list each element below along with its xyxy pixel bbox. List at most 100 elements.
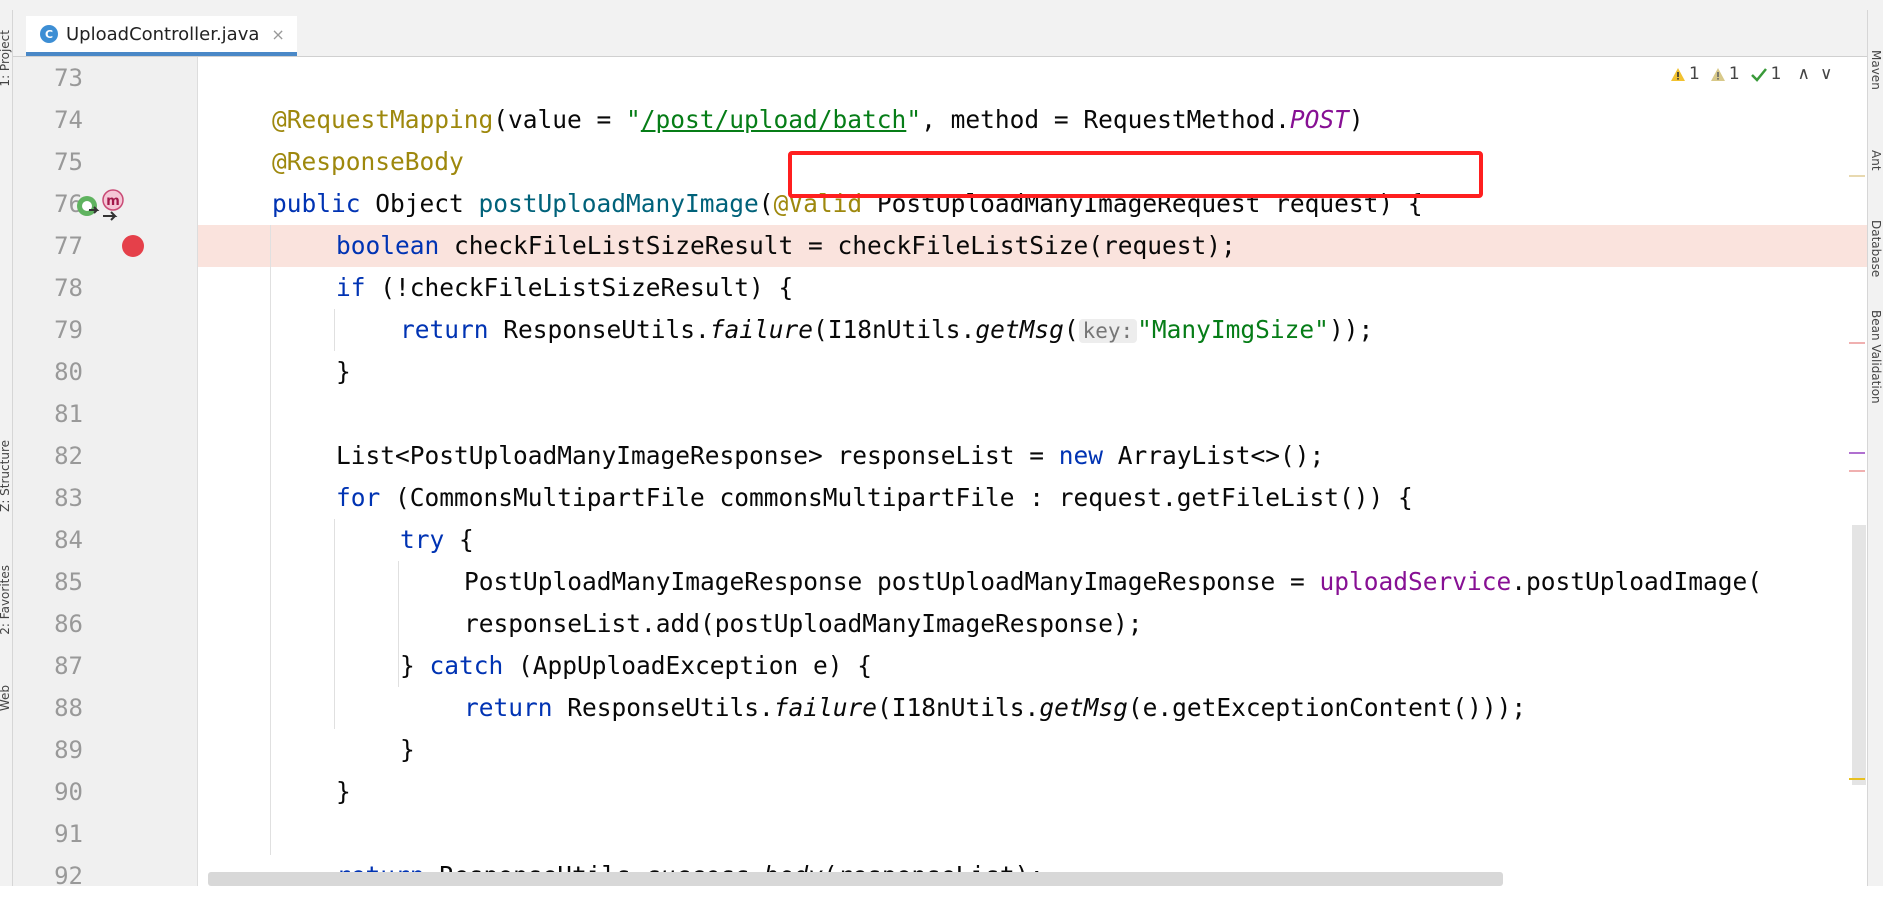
code-line-74[interactable]: @RequestMapping(value = "/post/upload/ba… xyxy=(272,99,1364,141)
code-line-79[interactable]: return ResponseUtils.failure(I18nUtils.g… xyxy=(400,309,1373,351)
static-method: failure xyxy=(709,315,814,344)
code-line-75[interactable]: @ResponseBody xyxy=(272,141,464,183)
keyword: return xyxy=(464,693,553,722)
line-number: 89 xyxy=(54,736,83,764)
code-text: ResponseUtils. xyxy=(488,315,710,344)
code-text: checkFileListSizeResult = checkFileListS… xyxy=(439,231,1236,260)
error-stripe-marker[interactable] xyxy=(1849,342,1865,344)
code-text: (I18nUtils. xyxy=(877,693,1040,722)
indent-guide xyxy=(398,645,399,687)
parameter-hint: key: xyxy=(1078,319,1138,343)
left-tool-window-bar: 1: Project Z: Structure 2: Favorites Web xyxy=(0,10,13,886)
weak-warning-icon xyxy=(1710,67,1725,81)
annotation: @ResponseBody xyxy=(272,147,464,176)
code-line-82[interactable]: List<PostUploadManyImageResponse> respon… xyxy=(336,435,1324,477)
line-number: 75 xyxy=(54,148,83,176)
url-link[interactable]: /post/upload/batch xyxy=(641,105,907,134)
code-text: (AppUploadException e) { xyxy=(503,651,873,680)
line-number: 73 xyxy=(54,64,83,92)
string-literal: "ManyImgSize" xyxy=(1137,315,1329,344)
next-highlight-button[interactable]: ∨ xyxy=(1820,64,1832,84)
keyword: boolean xyxy=(336,231,440,260)
indent-guide xyxy=(398,561,399,645)
code-text: } xyxy=(400,735,415,764)
code-text: } xyxy=(336,357,351,386)
line-number: 87 xyxy=(54,652,83,680)
close-tab-icon[interactable]: × xyxy=(271,25,284,44)
weak-warnings-count-label: 1 xyxy=(1728,64,1740,84)
tab-label: UploadController.java xyxy=(66,23,260,45)
code-line-85[interactable]: PostUploadManyImageResponse postUploadMa… xyxy=(464,561,1762,603)
editor-tab-bar: C UploadController.java × xyxy=(13,10,1867,57)
static-method: getMsg xyxy=(975,315,1064,344)
warning-triangle-icon xyxy=(1671,67,1685,81)
ant-tool-button[interactable]: Ant xyxy=(1869,150,1883,171)
favorites-tool-button[interactable]: 2: Favorites xyxy=(0,565,12,635)
code-line-83[interactable]: for (CommonsMultipartFile commonsMultipa… xyxy=(336,477,1413,519)
breakpoint-icon[interactable] xyxy=(121,234,145,258)
line-number: 84 xyxy=(54,526,83,554)
string-literal: " xyxy=(906,105,922,134)
line-number: 82 xyxy=(54,442,83,470)
code-text: } xyxy=(400,651,430,680)
code-line-77[interactable]: boolean checkFileListSizeResult = checkF… xyxy=(336,225,1236,267)
code-line-90[interactable]: } xyxy=(336,771,351,813)
java-class-icon: C xyxy=(40,25,58,43)
line-number: 78 xyxy=(54,274,83,302)
annotation: @RequestMapping xyxy=(272,105,494,134)
line-number: 86 xyxy=(54,610,83,638)
database-tool-button[interactable]: Database xyxy=(1869,220,1883,277)
bean-validation-tool-button[interactable]: Bean Validation xyxy=(1869,310,1883,404)
weak-warnings-count[interactable]: 1 xyxy=(1710,64,1740,84)
code-text: PostUploadManyImageResponse postUploadMa… xyxy=(464,567,1320,596)
static-method: failure xyxy=(773,693,878,722)
line-number: 74 xyxy=(54,106,83,134)
code-line-84[interactable]: try { xyxy=(400,519,474,561)
indent-guide xyxy=(334,309,335,351)
keyword: new xyxy=(1058,441,1104,470)
line-number: 92 xyxy=(54,862,83,890)
error-stripe-marker[interactable] xyxy=(1849,452,1865,454)
structure-tool-button[interactable]: Z: Structure xyxy=(0,440,12,512)
spring-endpoint-icon[interactable] xyxy=(75,192,103,220)
error-stripe-marker[interactable] xyxy=(1849,470,1865,472)
previous-highlight-button[interactable]: ∧ xyxy=(1797,64,1809,84)
line-number: 85 xyxy=(54,568,83,596)
code-text: (I18nUtils. xyxy=(813,315,976,344)
code-line-78[interactable]: if (!checkFileListSizeResult) { xyxy=(336,267,793,309)
code-text: responseList.add(postUploadManyImageResp… xyxy=(464,609,1143,638)
method-name: postUploadManyImage xyxy=(478,189,759,218)
maven-tool-button[interactable]: Maven xyxy=(1869,50,1883,90)
field-reference: uploadService xyxy=(1319,567,1512,596)
editor-gutter[interactable]: 73 74 75 76 77 78 79 80 81 82 83 84 85 8… xyxy=(13,57,217,890)
warnings-count[interactable]: 1 xyxy=(1670,64,1700,84)
error-stripe-marker[interactable] xyxy=(1849,175,1865,177)
code-line-86[interactable]: responseList.add(postUploadManyImageResp… xyxy=(464,603,1143,645)
enum-constant: POST xyxy=(1289,105,1349,134)
code-line-89[interactable]: } xyxy=(400,729,415,771)
string-literal: " xyxy=(626,105,641,134)
error-stripe-marker[interactable] xyxy=(1849,778,1865,780)
code-text: Object xyxy=(360,189,479,218)
method-implements-icon[interactable]: m xyxy=(101,188,127,222)
code-line-88[interactable]: return ResponseUtils.failure(I18nUtils.g… xyxy=(464,687,1526,729)
code-text: ( xyxy=(1063,315,1079,344)
project-tool-button[interactable]: 1: Project xyxy=(0,30,12,87)
horizontal-scrollbar[interactable] xyxy=(208,872,1503,886)
line-number: 83 xyxy=(54,484,83,512)
vertical-scrollbar[interactable] xyxy=(1852,525,1866,785)
code-text: )); xyxy=(1328,315,1374,344)
inspection-widget[interactable]: 1 1 1 ∧ ∨ xyxy=(1670,64,1832,84)
line-number: 91 xyxy=(54,820,83,848)
tab-upload-controller[interactable]: C UploadController.java × xyxy=(26,16,297,56)
code-line-80[interactable]: } xyxy=(336,351,351,393)
keyword: public xyxy=(272,189,361,218)
indent-guide xyxy=(270,225,271,855)
code-text: { xyxy=(444,525,474,554)
code-text: (value = xyxy=(493,105,627,134)
line-number: 88 xyxy=(54,694,83,722)
code-line-87[interactable]: } catch (AppUploadException e) { xyxy=(400,645,872,687)
web-tool-button[interactable]: Web xyxy=(0,685,12,711)
ok-count[interactable]: 1 xyxy=(1750,64,1781,84)
code-text: (!checkFileListSizeResult) { xyxy=(365,273,794,302)
